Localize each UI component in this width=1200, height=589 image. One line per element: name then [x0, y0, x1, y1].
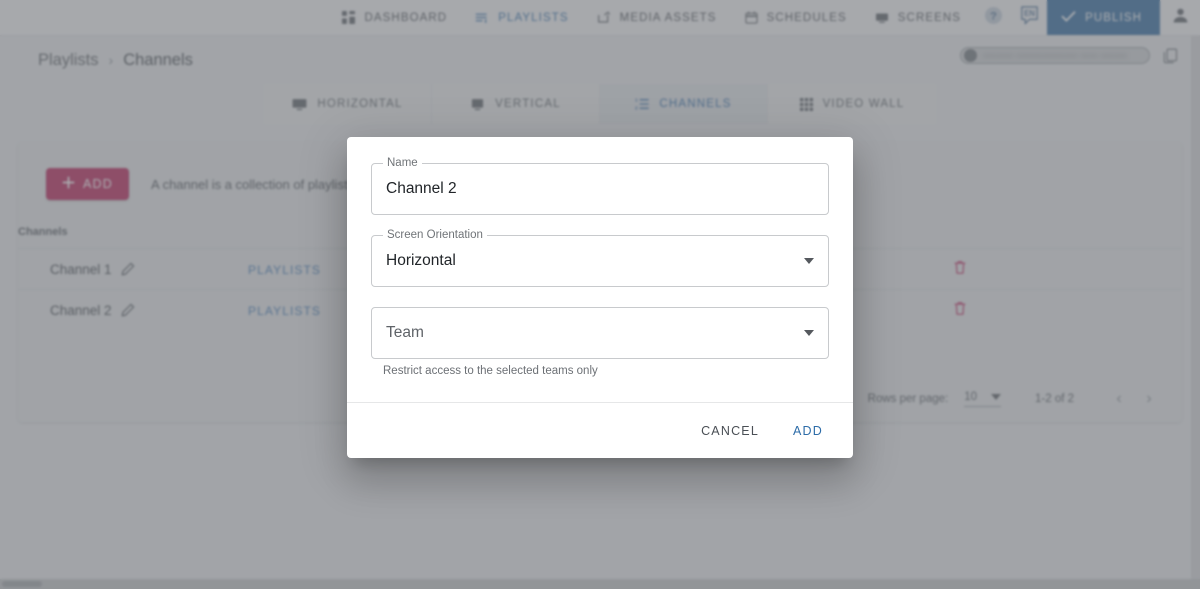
chevron-down-icon — [804, 330, 814, 336]
screen-orientation-select[interactable]: Screen Orientation Horizontal — [371, 235, 829, 287]
name-field-label: Name — [383, 157, 422, 169]
name-field-value: Channel 2 — [386, 180, 457, 198]
screen-orientation-label: Screen Orientation — [383, 229, 487, 241]
dialog-actions: CANCEL ADD — [347, 402, 853, 458]
team-select[interactable]: Team — [371, 307, 829, 359]
confirm-add-button[interactable]: ADD — [781, 416, 835, 446]
cancel-button[interactable]: CANCEL — [689, 416, 771, 446]
screen-orientation-value: Horizontal — [386, 252, 456, 270]
name-field[interactable]: Name Channel 2 — [371, 163, 829, 215]
team-helper-text: Restrict access to the selected teams on… — [371, 365, 829, 377]
team-select-value: Team — [386, 324, 424, 342]
add-channel-dialog: Name Channel 2 Screen Orientation Horizo… — [347, 137, 853, 458]
chevron-down-icon — [804, 258, 814, 264]
dialog-body: Name Channel 2 Screen Orientation Horizo… — [347, 137, 853, 402]
